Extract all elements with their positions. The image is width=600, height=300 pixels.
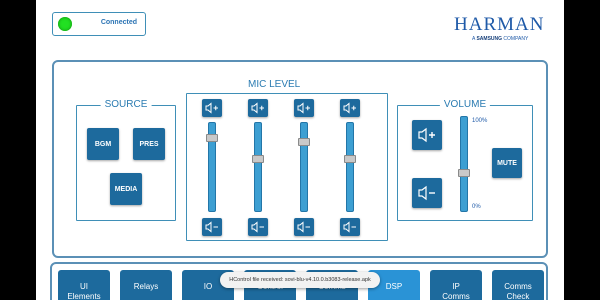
mic-4-slider-track[interactable] — [346, 122, 354, 212]
logo-name: HARMAN — [454, 14, 545, 35]
volume-down-button[interactable] — [412, 178, 442, 208]
media-button[interactable]: MEDIA — [110, 173, 142, 205]
volume-title: VOLUME — [439, 99, 491, 110]
mic-3-down-button[interactable] — [294, 218, 314, 236]
mic-1-slider-thumb[interactable] — [206, 134, 218, 143]
logo-subtitle: A SAMSUNG COMPANY — [472, 36, 529, 42]
volume-slider-track[interactable] — [460, 116, 468, 212]
nav-comms-check-button[interactable]: Comms Check — [492, 270, 544, 300]
mic-4-down-button[interactable] — [340, 218, 360, 236]
mic-1-up-button[interactable] — [202, 99, 222, 117]
speaker-plus-icon — [205, 102, 218, 114]
mic-2-slider-track[interactable] — [254, 122, 262, 212]
speaker-plus-icon — [297, 102, 310, 114]
source-group: SOURCE BGM PRES MEDIA — [76, 99, 176, 221]
volume-group: VOLUME 100% 0% MUTE — [397, 99, 533, 221]
bgm-button[interactable]: BGM — [87, 128, 119, 160]
volume-up-button[interactable] — [412, 120, 442, 150]
nav-relays-button[interactable]: Relays — [120, 270, 172, 300]
speaker-minus-icon — [205, 221, 218, 233]
nav-ui-elements-button[interactable]: UI Elements — [58, 270, 110, 300]
harman-logo: HARMAN A SAMSUNG COMPANY — [454, 14, 554, 42]
status-text: Connected — [100, 19, 137, 26]
volume-slider-thumb[interactable] — [458, 168, 470, 177]
mic-2-up-button[interactable] — [248, 99, 268, 117]
speaker-minus-icon — [343, 221, 356, 233]
speaker-minus-icon — [297, 221, 310, 233]
mic-level-title: MIC LEVEL — [248, 79, 301, 90]
dsp-panel: SOURCE BGM PRES MEDIA MIC LEVEL VOLUME 1… — [52, 60, 548, 258]
mic-3-slider-thumb[interactable] — [298, 138, 310, 147]
source-title: SOURCE — [100, 99, 152, 110]
mute-button[interactable]: MUTE — [492, 148, 522, 178]
mic-4-slider-thumb[interactable] — [344, 154, 356, 163]
mic-3-slider-track[interactable] — [300, 122, 308, 212]
mic-level-group — [186, 93, 388, 241]
mic-3-up-button[interactable] — [294, 99, 314, 117]
mic-2-down-button[interactable] — [248, 218, 268, 236]
connection-status: Connected — [52, 12, 146, 36]
mic-2-slider-thumb[interactable] — [252, 154, 264, 163]
mic-1-down-button[interactable] — [202, 218, 222, 236]
speaker-minus-icon — [418, 185, 435, 201]
nav-ip-comms-button[interactable]: IP Comms — [430, 270, 482, 300]
app-screen: Connected HARMAN A SAMSUNG COMPANY SOURC… — [36, 0, 564, 300]
toast-message: HControl file received: sovi-blu-v4.10.0… — [220, 272, 380, 288]
volume-max-label: 100% — [472, 118, 488, 124]
speaker-plus-icon — [343, 102, 356, 114]
mic-4-up-button[interactable] — [340, 99, 360, 117]
pres-button[interactable]: PRES — [133, 128, 165, 160]
speaker-minus-icon — [251, 221, 264, 233]
volume-min-label: 0% — [472, 204, 481, 210]
speaker-plus-icon — [418, 127, 435, 143]
status-indicator-icon — [58, 17, 72, 31]
speaker-plus-icon — [251, 102, 264, 114]
